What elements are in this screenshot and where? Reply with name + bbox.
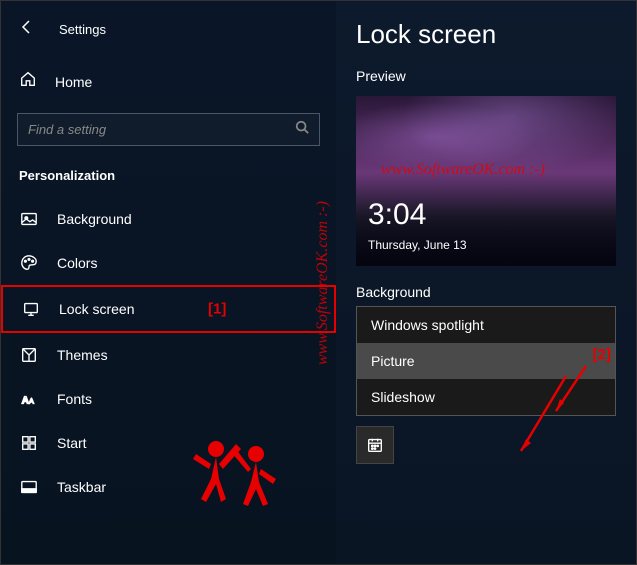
annotation-marker-2: [2] bbox=[593, 346, 611, 363]
search-box[interactable] bbox=[17, 113, 320, 146]
search-icon bbox=[295, 120, 309, 139]
nav-label: Themes bbox=[57, 347, 108, 363]
nav-label: Fonts bbox=[57, 391, 92, 407]
palette-icon bbox=[19, 253, 39, 273]
background-label: Background bbox=[356, 284, 616, 300]
nav-label: Colors bbox=[57, 255, 97, 271]
main-content: Lock screen Preview 3:04 Thursday, June … bbox=[336, 1, 636, 564]
lockscreen-icon bbox=[21, 299, 41, 319]
home-icon bbox=[19, 70, 37, 93]
annotation-arrow-icon bbox=[511, 371, 581, 461]
dropdown-option-spotlight[interactable]: Windows spotlight bbox=[357, 307, 615, 343]
preview-date: Thursday, June 13 bbox=[368, 238, 467, 252]
sidebar-item-home[interactable]: Home bbox=[1, 56, 336, 107]
category-title: Personalization bbox=[1, 152, 336, 197]
themes-icon bbox=[19, 345, 39, 365]
lockscreen-preview: 3:04 Thursday, June 13 bbox=[356, 96, 616, 266]
start-icon bbox=[19, 433, 39, 453]
nav-label: Background bbox=[57, 211, 132, 227]
sidebar-item-colors[interactable]: Colors bbox=[1, 241, 336, 285]
annotation-marker-1: [1] bbox=[208, 301, 226, 318]
calendar-app-button[interactable] bbox=[356, 426, 394, 464]
header-row: Settings bbox=[1, 11, 336, 48]
preview-time: 3:04 bbox=[368, 198, 426, 232]
sidebar-item-background[interactable]: Background bbox=[1, 197, 336, 241]
search-input[interactable] bbox=[28, 122, 295, 137]
settings-sidebar: Settings Home Personalization Background bbox=[1, 1, 336, 564]
settings-title: Settings bbox=[59, 22, 106, 37]
nav-label: Start bbox=[57, 435, 87, 451]
home-label: Home bbox=[55, 74, 92, 90]
page-title: Lock screen bbox=[356, 19, 616, 50]
fonts-icon: AA bbox=[19, 389, 39, 409]
taskbar-icon bbox=[19, 477, 39, 497]
picture-icon bbox=[19, 209, 39, 229]
svg-text:A: A bbox=[22, 396, 29, 407]
sidebar-item-start[interactable]: Start bbox=[1, 421, 336, 465]
sidebar-item-taskbar[interactable]: Taskbar bbox=[1, 465, 336, 509]
nav-label: Lock screen bbox=[59, 301, 134, 317]
sidebar-item-lockscreen[interactable]: Lock screen [1] bbox=[1, 285, 336, 333]
sidebar-item-themes[interactable]: Themes bbox=[1, 333, 336, 377]
nav-label: Taskbar bbox=[57, 479, 106, 495]
sidebar-item-fonts[interactable]: AA Fonts bbox=[1, 377, 336, 421]
preview-label: Preview bbox=[356, 68, 616, 84]
back-icon[interactable] bbox=[19, 19, 35, 40]
svg-text:A: A bbox=[29, 397, 34, 406]
